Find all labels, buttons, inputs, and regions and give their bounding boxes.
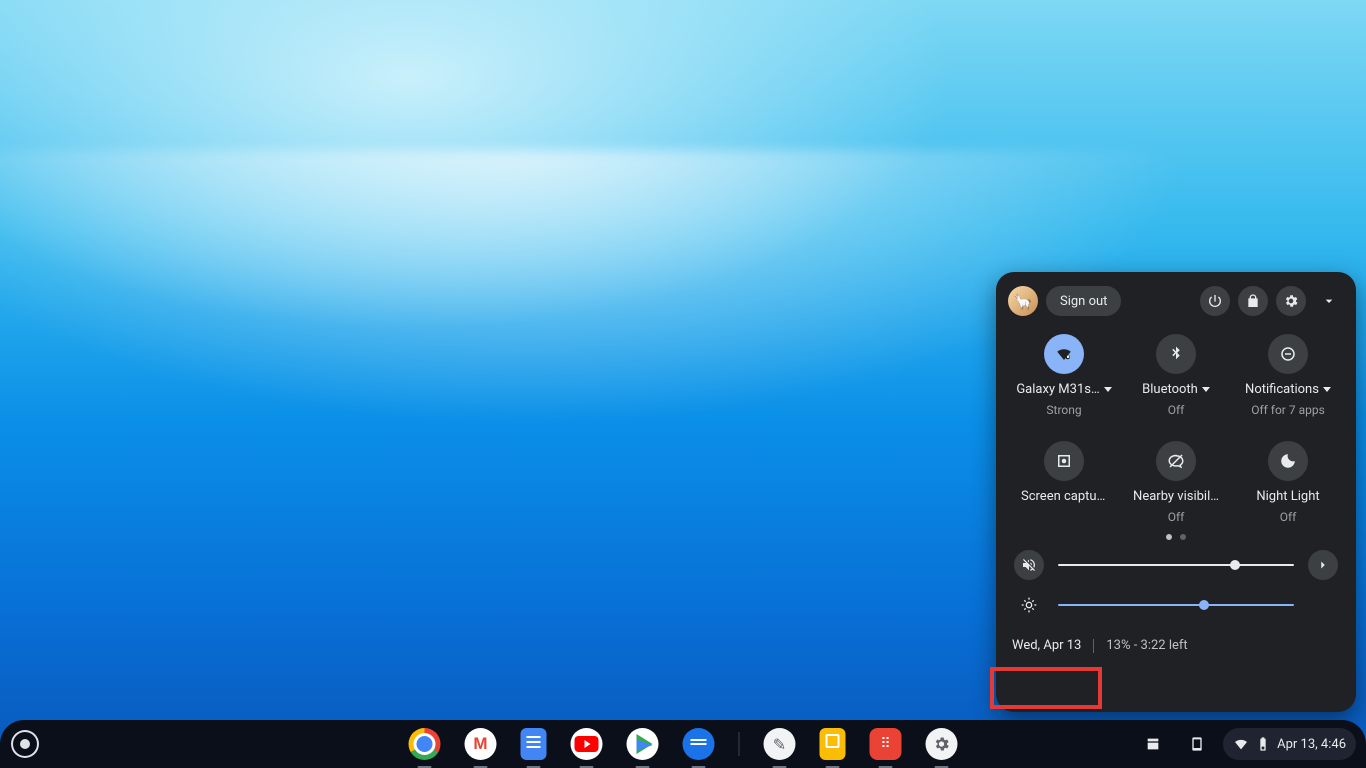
battery-icon [1255, 736, 1271, 752]
lock-button[interactable] [1238, 286, 1268, 316]
tile-sub: Off [1280, 510, 1297, 524]
launcher-icon [11, 730, 39, 758]
tile-sub: Off for 7 apps [1251, 403, 1325, 417]
qs-header: 🦙 Sign out [1008, 286, 1344, 316]
volume-row [1008, 550, 1344, 580]
tile-nearby[interactable]: Nearby visibil… Off [1120, 441, 1232, 524]
app-gmail[interactable] [465, 728, 497, 760]
nightlight-icon [1268, 441, 1308, 481]
caret-icon [1202, 387, 1210, 392]
tile-label: Notifications [1245, 382, 1331, 397]
avatar[interactable]: 🦙 [1008, 286, 1038, 316]
nearby-icon [1156, 441, 1196, 481]
tile-label: Night Light [1256, 489, 1319, 504]
tile-wifi[interactable]: Galaxy M31s… Strong [1008, 334, 1120, 417]
desktop: 🦙 Sign out Galaxy M31s… Strong Bluetooth Of… [0, 0, 1366, 768]
power-button[interactable] [1200, 286, 1230, 316]
wifi-icon [1044, 334, 1084, 374]
gear-icon [933, 735, 951, 753]
tile-screencap[interactable]: Screen capture [1008, 441, 1120, 524]
volume-mute-toggle[interactable] [1014, 550, 1044, 580]
tile-label: Galaxy M31s… [1016, 382, 1111, 397]
phone-hub-button[interactable] [1179, 728, 1215, 760]
app-messages[interactable] [683, 728, 715, 760]
sign-out-button[interactable]: Sign out [1046, 286, 1121, 316]
volume-mute-icon [1021, 557, 1037, 573]
tile-label: Bluetooth [1142, 382, 1210, 397]
app-docs[interactable] [521, 728, 547, 760]
audio-settings-button[interactable] [1308, 550, 1338, 580]
collapse-button[interactable] [1314, 286, 1344, 316]
gear-icon [1283, 293, 1299, 309]
tile-notifications[interactable]: Notifications Off for 7 apps [1232, 334, 1344, 417]
tile-label: Nearby visibil… [1133, 489, 1219, 504]
brightness-row [1008, 590, 1344, 620]
phone-icon [1189, 736, 1205, 752]
page-indicator [1008, 534, 1344, 540]
status-tray[interactable]: Apr 13, 4:46 [1223, 728, 1356, 760]
lock-icon [1245, 293, 1261, 309]
app-canvas[interactable] [764, 728, 796, 760]
clock-text: Apr 13, 4:46 [1277, 737, 1346, 752]
notifications-icon [1268, 334, 1308, 374]
app-keep[interactable] [820, 728, 846, 760]
app-play[interactable] [627, 728, 659, 760]
qs-date[interactable]: Wed, Apr 13 [1012, 638, 1081, 653]
tile-sub: Off [1168, 403, 1185, 417]
brightness-icon [1021, 597, 1037, 613]
wifi-icon [1233, 736, 1249, 752]
sign-out-label: Sign out [1060, 294, 1107, 309]
brightness-icon-wrap [1014, 590, 1044, 620]
tile-sub: Off [1168, 510, 1185, 524]
tile-bluetooth[interactable]: Bluetooth Off [1120, 334, 1232, 417]
chevron-right-icon [1316, 558, 1330, 572]
shelf: Apr 13, 4:46 [0, 720, 1366, 768]
tote-tray-button[interactable] [1135, 728, 1171, 760]
tile-nightlight[interactable]: Night Light Off [1232, 441, 1344, 524]
qs-tile-grid: Galaxy M31s… Strong Bluetooth Off Notificati… [1008, 334, 1344, 524]
separator [1093, 639, 1094, 653]
shelf-right: Apr 13, 4:46 [1135, 728, 1356, 760]
app-settings[interactable] [926, 728, 958, 760]
tile-label: Screen capture [1021, 489, 1107, 504]
qs-battery[interactable]: 13% - 3:22 left [1106, 638, 1187, 653]
annotation-highlight [990, 667, 1102, 709]
tile-sub: Strong [1046, 403, 1081, 417]
brightness-thumb[interactable] [1199, 600, 1209, 610]
shelf-apps [409, 728, 958, 760]
app-youtube[interactable] [571, 728, 603, 760]
volume-slider[interactable] [1058, 564, 1294, 566]
brightness-slider[interactable] [1058, 604, 1294, 606]
quick-settings-panel: 🦙 Sign out Galaxy M31s… Strong Bluetooth Of… [996, 272, 1356, 712]
power-icon [1207, 293, 1223, 309]
chevron-down-icon [1321, 293, 1337, 309]
volume-thumb[interactable] [1230, 560, 1240, 570]
settings-button[interactable] [1276, 286, 1306, 316]
app-app-red[interactable] [870, 728, 902, 760]
qs-footer: Wed, Apr 13 13% - 3:22 left [1008, 638, 1344, 653]
launcher-button[interactable] [4, 723, 46, 765]
page-dot[interactable] [1180, 534, 1186, 540]
caret-icon [1323, 387, 1331, 392]
tote-icon [1145, 736, 1161, 752]
page-dot[interactable] [1166, 534, 1172, 540]
bluetooth-icon [1156, 334, 1196, 374]
app-chrome[interactable] [409, 728, 441, 760]
screencap-icon [1044, 441, 1084, 481]
caret-icon [1104, 387, 1112, 392]
shelf-divider [739, 732, 740, 756]
